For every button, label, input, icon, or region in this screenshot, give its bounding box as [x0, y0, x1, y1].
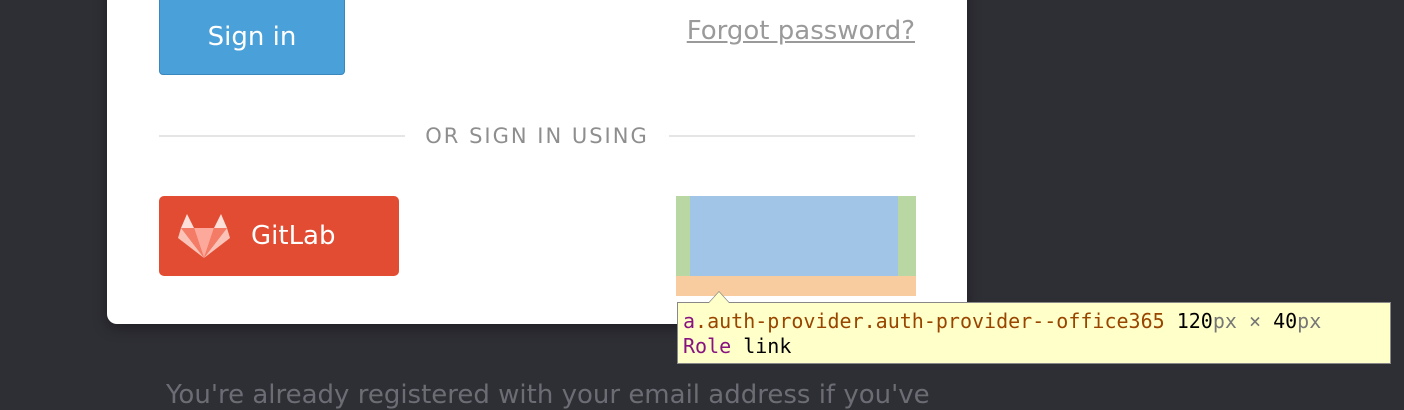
divider-line-left — [159, 135, 406, 137]
tooltip-height-unit: px — [1297, 309, 1322, 333]
tooltip-classes: .auth-provider.auth-provider--office365 — [695, 309, 1165, 333]
tooltip-width-unit: px — [1212, 309, 1237, 333]
sign-in-label: Sign in — [207, 22, 297, 52]
highlight-content-box — [690, 196, 898, 276]
tooltip-tag: a — [683, 309, 696, 333]
tooltip-role-line: Role link — [683, 334, 1385, 359]
forgot-password-link[interactable]: Forgot password? — [687, 16, 915, 46]
divider-line-right — [668, 135, 915, 137]
tooltip-height: 40 — [1273, 309, 1298, 333]
tooltip-role-value: link — [743, 334, 792, 358]
divider-label: OR SIGN IN USING — [425, 124, 649, 148]
gitlab-label: GitLab — [251, 221, 336, 251]
highlight-padding-left — [676, 196, 690, 276]
gitlab-fox-icon — [178, 214, 230, 258]
tooltip-role-key: Role — [683, 334, 732, 358]
tooltip-selector-line: a.auth-provider.auth-provider--office365… — [683, 309, 1385, 334]
tooltip-times: × — [1248, 309, 1262, 333]
tooltip-arrow — [708, 291, 730, 303]
office365-provider-link-highlight[interactable] — [676, 196, 916, 296]
sign-in-button[interactable]: Sign in — [159, 0, 345, 75]
devtools-inspect-tooltip: a.auth-provider.auth-provider--office365… — [677, 291, 1391, 364]
tooltip-width: 120 — [1176, 309, 1213, 333]
registered-info-text: You're already registered with your emai… — [166, 380, 930, 410]
sign-in-divider: OR SIGN IN USING — [159, 120, 915, 152]
highlight-padding-right — [898, 196, 916, 276]
gitlab-sign-in-button[interactable]: GitLab — [159, 196, 399, 276]
